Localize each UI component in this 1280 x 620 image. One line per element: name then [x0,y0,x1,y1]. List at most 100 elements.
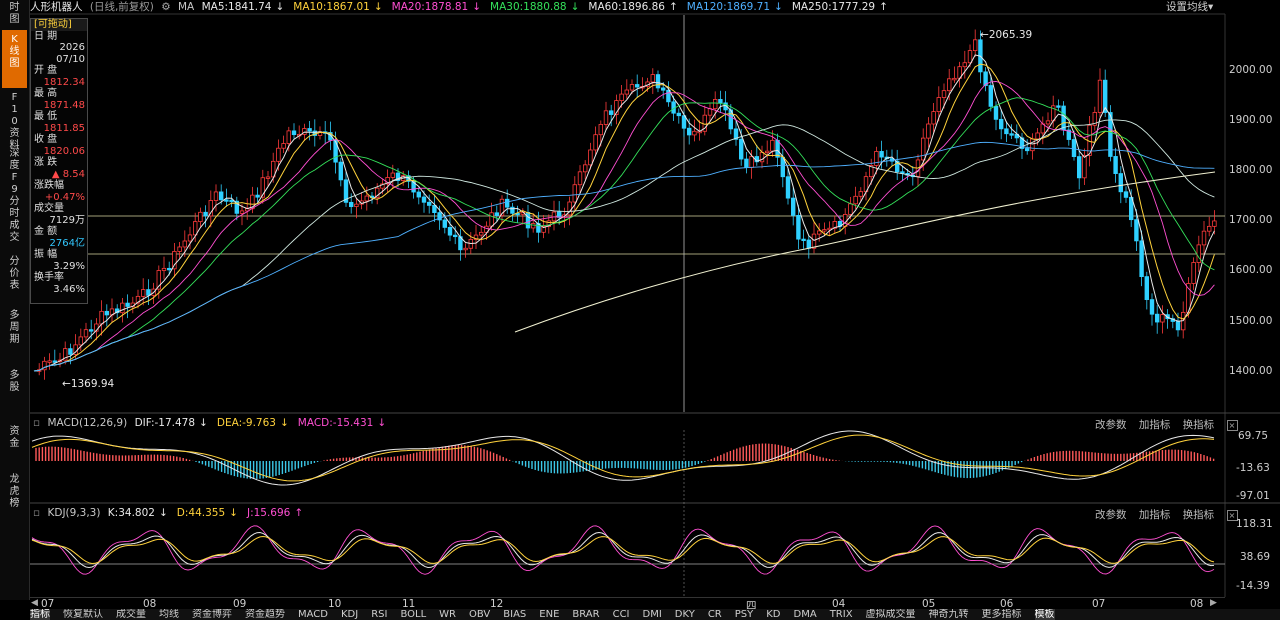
kdj-title[interactable]: KDJ(9,3,3) [47,507,100,519]
candle-body [936,97,941,113]
arrow-icon: ↓ [275,1,285,13]
indicator-tab[interactable]: TRIX [830,609,853,620]
low-value: 1369.94 [70,378,115,390]
candle-body [874,151,879,166]
ma-line [33,141,1215,372]
indicator-tab[interactable]: OBV [469,609,490,620]
indicator-tab[interactable]: 资金趋势 [245,609,285,620]
indicator-tab[interactable]: CR [708,609,722,620]
indicator-tab[interactable]: BRAR [572,609,599,620]
kdj-params-button[interactable]: 改参数 [1095,509,1127,521]
candle-body [255,194,260,198]
indicator-tab[interactable]: DKY [675,609,695,620]
adjust-note[interactable]: (日线,前复权) [90,1,154,13]
indicator-tab[interactable]: DMA [794,609,817,620]
scroll-right-icon[interactable]: ▶ [1210,598,1217,608]
kdj-add-button[interactable]: 加指标 [1139,509,1171,521]
info-value: 07/10 [56,53,85,65]
nav-depth[interactable]: 深 度 F 9 [2,148,27,195]
candle-body [192,221,198,236]
indicator-tab[interactable]: KDJ [341,609,358,620]
macd-add-button[interactable]: 加指标 [1139,419,1171,431]
candle-body [489,212,494,227]
price-tick: 2000.00 [1229,64,1273,76]
indicator-tab[interactable]: KD [766,609,780,620]
macd-params-button[interactable]: 改参数 [1095,419,1127,431]
candle-body [931,111,936,125]
nav-kline[interactable]: K 线 图 [2,30,27,88]
candle-body [1207,225,1212,232]
info-panel[interactable]: [可拖动] 日 期 2026 07/10 开 盘 1812.34 最 高 1871.48 最 … [30,18,88,304]
nav-multi-period[interactable]: 多 周 期 [2,310,27,354]
ma250-line [514,171,1216,333]
indicator-tab[interactable]: MACD [298,609,328,620]
indicator-tab[interactable]: 指标 [30,609,50,620]
info-value: ▲ 8.54 [51,168,85,180]
candle-body [1196,244,1201,263]
info-label: 最 高 [34,88,58,99]
ma-settings-button[interactable]: 设置均线▾ [1166,0,1213,14]
info-value: 2764亿 [49,237,85,249]
candle-body [239,210,245,214]
candle-body [83,329,89,338]
stock-name[interactable]: 人形机器人 [30,1,83,13]
indicator-tab[interactable]: WR [439,609,456,620]
indicator-tab[interactable]: RSI [371,609,387,620]
candle-body [286,130,291,144]
candle-body [765,150,770,154]
indicator-tab[interactable]: BIAS [503,609,526,620]
indicator-tab[interactable]: 神奇九转 [929,609,969,620]
indicator-tab[interactable]: 均线 [159,609,179,620]
ma-settings-label: 设置均线 [1166,1,1208,13]
nav-price-table[interactable]: 分 价 表 [2,256,27,300]
candle-body [988,85,993,107]
kdj-value-text: J:15.696 [246,507,291,519]
indicator-tab[interactable]: 成交量 [116,609,146,620]
nav-trades[interactable]: 分 时 成 交 [2,196,27,250]
indicator-tab[interactable]: 虚拟成交量 [866,609,916,620]
candle-body [1071,139,1077,158]
nav-capital[interactable]: 资 金 [2,426,27,460]
candle-body [629,84,635,91]
nav-time-chart[interactable]: 时 图 [2,2,27,26]
ma-label: MA [177,1,195,13]
candle-body [858,191,863,197]
candle-body [749,156,754,168]
macd-title[interactable]: MACD(12,26,9) [47,417,127,429]
indicator-tab[interactable]: 资金博弈 [192,609,232,620]
candle-body [796,214,801,240]
macd-close-icon[interactable]: × [1226,420,1238,431]
candle-body [1123,191,1129,198]
indicator-tab[interactable]: DMI [643,609,662,620]
indicator-tab[interactable]: BOLL [400,609,426,620]
candle-body [655,74,661,89]
candle-body [1009,133,1014,136]
info-label: 换手率 [34,272,64,283]
candle-body [104,310,109,316]
scroll-left-icon[interactable]: ◀ [31,598,38,608]
candle-body [208,200,213,217]
candle-body [452,234,458,238]
indicator-tab[interactable]: PSY [735,609,754,620]
indicator-tab[interactable]: 恢复默认 [63,609,103,620]
indicator-tab[interactable]: CCI [613,609,630,620]
macd-value: DIF:-17.478 ↓ [135,417,212,429]
info-label: 振 幅 [34,249,58,260]
kdj-swap-button[interactable]: 换指标 [1183,509,1215,521]
candle-body [1025,148,1030,152]
candle-body [89,329,94,332]
candle-body [661,87,666,91]
macd-swap-button[interactable]: 换指标 [1183,419,1215,431]
arrow-icon: ↑ [879,1,888,13]
nav-multi-stock[interactable]: 多 股 [2,370,27,404]
indicator-tab[interactable]: ENE [539,609,559,620]
candle-body [1061,105,1066,131]
indicator-tab[interactable]: 更多指标 [982,609,1022,620]
kline-chart[interactable] [0,0,1280,620]
ma-value: MA60:1896.86 ↑ [588,1,681,13]
drag-handle[interactable]: [可拖动] [31,19,87,31]
indicator-tab[interactable]: 模板 [1034,609,1055,620]
nav-f10[interactable]: F 1 0 资 料 [2,92,27,151]
settings-icon[interactable]: ⚙ [161,1,170,13]
nav-dragon-tiger[interactable]: 龙 虎 榜 [2,474,27,518]
